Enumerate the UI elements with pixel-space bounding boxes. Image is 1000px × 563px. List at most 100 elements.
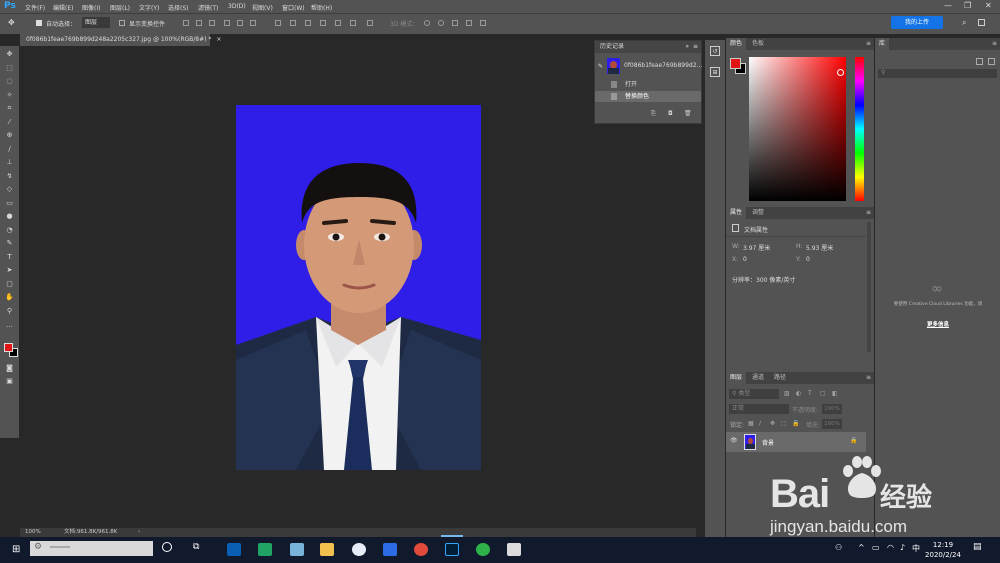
notification-icon[interactable]: ▤ — [973, 542, 982, 552]
menu-window[interactable]: 窗口(W) — [282, 3, 305, 12]
panel-menu-icon[interactable]: ≡ — [866, 40, 871, 47]
blend-mode-dropdown[interactable]: 正常 — [729, 404, 789, 414]
cortana-icon[interactable] — [162, 542, 172, 552]
wechat-icon[interactable] — [476, 543, 490, 556]
grid-view-icon[interactable] — [976, 58, 983, 65]
tab-properties[interactable]: 属性 — [726, 207, 747, 219]
history-item-replace-color[interactable]: 替换颜色 — [595, 91, 701, 102]
foreground-color-swatch[interactable] — [4, 343, 13, 352]
taskbar-clock[interactable]: 12:19 2020/2/24 — [920, 540, 966, 560]
properties-scrollbar[interactable] — [867, 222, 871, 352]
filter-pixel-icon[interactable]: ▨ — [784, 390, 790, 397]
marquee-tool-icon[interactable]: ⬚ — [5, 64, 14, 72]
history-brush-icon[interactable]: ↯ — [5, 172, 14, 180]
panel-menu-icon[interactable]: ≡ — [693, 41, 698, 53]
menu-type[interactable]: 文字(Y) — [139, 3, 159, 12]
3d-slide-icon[interactable] — [466, 20, 472, 26]
snapshot-camera-icon[interactable]: ◘ — [668, 110, 673, 117]
lock-artboard-icon[interactable]: ⬚ — [781, 420, 787, 427]
color-picker-field[interactable] — [749, 57, 846, 201]
tab-libraries[interactable]: 库 — [875, 38, 890, 50]
people-icon[interactable]: ⚇ — [835, 543, 842, 552]
zoom-tool-icon[interactable]: ⚲ — [5, 307, 14, 315]
quick-mask-icon[interactable]: ◙ — [5, 364, 14, 372]
brush-source-icon[interactable]: ✎ — [598, 61, 603, 72]
properties-panel-icon[interactable]: ⊞ — [710, 67, 720, 77]
align-bottom-icon[interactable] — [250, 20, 256, 26]
brush-tool-icon[interactable]: ∕ — [5, 145, 14, 153]
foreground-color-swatch[interactable] — [730, 58, 741, 69]
distribute-3-icon[interactable] — [305, 20, 311, 26]
screen-mode-icon[interactable]: ▣ — [5, 377, 14, 385]
task-view-icon[interactable]: ⧉ — [193, 542, 199, 552]
list-view-icon[interactable] — [988, 58, 995, 65]
menu-3d[interactable]: 3D(D) — [228, 3, 246, 10]
width-value[interactable]: 3.97 厘米 — [743, 243, 770, 252]
3d-rotate-icon[interactable] — [424, 20, 430, 26]
tab-adjustments[interactable]: 调整 — [748, 207, 768, 219]
tab-layers[interactable]: 图层 — [726, 372, 747, 384]
windows-start-icon[interactable]: ⊞ — [12, 544, 20, 555]
search-icon[interactable]: ⌕ — [962, 18, 966, 28]
more-tools-icon[interactable]: … — [5, 321, 14, 329]
3d-pan-icon[interactable] — [452, 20, 458, 26]
document-tab[interactable]: 0f086b1feae769b899d248a2205c327.jpg @ 10… — [20, 33, 221, 46]
pen-tool-icon[interactable]: ✎ — [5, 239, 14, 247]
distribute-4-icon[interactable] — [320, 20, 326, 26]
hue-slider[interactable] — [855, 57, 864, 201]
layer-filter-dropdown[interactable]: ⚲ 类型 — [729, 389, 779, 399]
filter-adjust-icon[interactable]: ◐ — [796, 390, 801, 397]
filter-type-icon[interactable]: T — [808, 390, 812, 397]
panel-menu-icon[interactable]: ≡ — [866, 209, 871, 216]
zoom-level[interactable]: 100% — [25, 528, 41, 537]
panel-menu-icon[interactable]: ≡ — [866, 374, 871, 381]
collapse-icon[interactable]: » — [685, 41, 689, 53]
distribute-5-icon[interactable] — [335, 20, 341, 26]
baidu-app-icon[interactable] — [383, 543, 397, 556]
align-top-icon[interactable] — [224, 20, 230, 26]
tab-color[interactable]: 颜色 — [726, 38, 747, 50]
close-icon[interactable]: ✕ — [985, 1, 992, 10]
eye-icon[interactable]: 👁 — [730, 437, 738, 444]
file-explorer-icon[interactable] — [320, 543, 334, 556]
stamp-tool-icon[interactable]: ⊥ — [5, 158, 14, 166]
close-tab-icon[interactable]: × — [216, 36, 221, 43]
trash-icon[interactable]: 🗑 — [684, 110, 692, 117]
lock-pixels-icon[interactable]: ▦ — [748, 420, 754, 427]
menu-filter[interactable]: 滤镜(T) — [198, 3, 218, 12]
history-item-open[interactable]: 打开 — [595, 79, 701, 90]
lock-paint-icon[interactable]: ∕ — [759, 420, 761, 427]
chrome-icon[interactable] — [414, 543, 428, 556]
menu-layer[interactable]: 图层(L) — [110, 3, 130, 12]
gradient-tool-icon[interactable]: ▭ — [5, 199, 14, 207]
align-center-icon[interactable] — [196, 20, 202, 26]
filter-shape-icon[interactable]: ▢ — [820, 390, 826, 397]
menu-help[interactable]: 帮助(H) — [311, 3, 332, 12]
eyedropper-tool-icon[interactable]: ⁄ — [5, 118, 14, 126]
history-tab[interactable]: 历史记录 — [600, 43, 624, 50]
library-search-input[interactable]: ⚲ — [878, 69, 997, 78]
blur-tool-icon[interactable]: ● — [5, 212, 14, 220]
menu-view[interactable]: 视图(V) — [252, 3, 273, 12]
tab-channels[interactable]: 通道 — [748, 372, 768, 384]
battery-icon[interactable]: ▭ — [872, 543, 880, 552]
history-snapshot[interactable]: ✎ 0f086b1feae769b899d2... — [595, 56, 702, 76]
align-right-icon[interactable] — [209, 20, 215, 26]
panel-menu-icon[interactable]: ≡ — [992, 40, 997, 47]
menu-file[interactable]: 文件(F) — [25, 3, 45, 12]
opacity-value[interactable]: 100% — [822, 404, 842, 414]
tab-swatches[interactable]: 色板 — [748, 38, 768, 50]
shape-tool-icon[interactable]: ▢ — [5, 280, 14, 288]
color-picker-cursor[interactable] — [837, 69, 844, 76]
healing-tool-icon[interactable]: ⊕ — [5, 131, 14, 139]
distribute-6-icon[interactable] — [350, 20, 356, 26]
lasso-tool-icon[interactable]: ◌ — [5, 77, 14, 85]
workspace-icon[interactable] — [978, 19, 985, 26]
menu-image[interactable]: 图像(I) — [82, 3, 100, 12]
lock-move-icon[interactable]: ✥ — [770, 420, 775, 427]
align-middle-icon[interactable] — [237, 20, 243, 26]
3d-roll-icon[interactable] — [438, 20, 444, 26]
auto-select-dropdown[interactable]: 图层 — [82, 17, 110, 28]
magic-wand-tool-icon[interactable]: ✧ — [5, 91, 14, 99]
volume-icon[interactable]: ♪ — [900, 543, 905, 552]
